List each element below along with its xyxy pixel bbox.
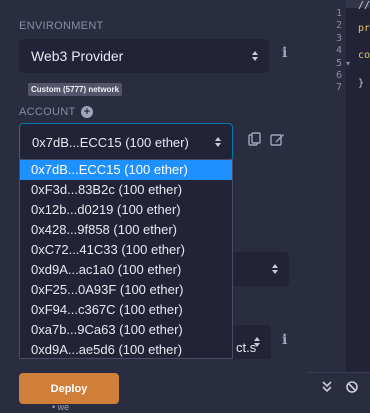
account-option[interactable]: 0xa7b...9Ca63 (100 ether) <box>20 320 232 340</box>
terminal-bar <box>308 372 370 413</box>
account-option[interactable]: 0xd9A...ae5d6 (100 ether) <box>20 340 232 360</box>
account-option[interactable]: 0xd9A...ac1a0 (100 ether) <box>20 260 232 280</box>
info-icon[interactable]: i <box>282 45 287 61</box>
account-option[interactable]: 0xC72...41C33 (100 ether) <box>20 240 232 260</box>
line-number: 4 <box>335 45 342 56</box>
code-line: pr <box>358 23 370 34</box>
code-line: // <box>358 0 370 11</box>
ban-icon[interactable] <box>346 381 358 396</box>
account-dropdown: 0x7dB...ECC15 (100 ether) 0xF3d...83B2c … <box>19 159 233 359</box>
line-number: 6 <box>335 70 342 81</box>
chevrons-down-icon[interactable] <box>322 381 332 396</box>
account-option[interactable]: 0xF25...0A93F (100 ether) <box>20 280 232 300</box>
account-option[interactable]: 0xF94...c367C (100 ether) <box>20 300 232 320</box>
account-value: 0x7dB...ECC15 (100 ether) <box>32 134 189 150</box>
environment-value: Web3 Provider <box>31 48 124 64</box>
network-badge: Custom (5777) network <box>28 83 123 96</box>
code-line: } <box>358 78 365 89</box>
select-caret-icon <box>214 137 222 147</box>
deploy-button[interactable]: Deploy <box>19 373 119 404</box>
line-number: 1 <box>335 8 342 19</box>
account-option[interactable]: 0x7dB...ECC15 (100 ether) <box>20 160 232 180</box>
account-select[interactable]: 0x7dB...ECC15 (100 ether) <box>19 123 233 161</box>
run-panel: ENVIRONMENT Web3 Provider i Custom (5777… <box>0 0 308 413</box>
code-line: co <box>358 50 370 61</box>
account-label: ACCOUNT <box>19 106 76 118</box>
account-option[interactable]: 0x12b...d0219 (100 ether) <box>20 200 232 220</box>
line-number: 2 <box>335 20 342 31</box>
select-caret-icon <box>251 51 259 61</box>
environment-label: ENVIRONMENT <box>19 20 104 32</box>
code-editor[interactable]: 1 2 3 4 5 6 7 ▾ // pr co } <box>308 0 370 413</box>
environment-select[interactable]: Web3 Provider <box>19 39 269 73</box>
account-option[interactable]: 0xF3d...83B2c (100 ether) <box>20 180 232 200</box>
copy-icon[interactable] <box>248 132 261 151</box>
line-number: 5 <box>335 58 342 69</box>
edit-icon[interactable] <box>270 132 285 151</box>
contract-value: ct.s <box>236 340 257 355</box>
line-number: 3 <box>335 33 342 44</box>
fold-chevron-icon[interactable]: ▾ <box>346 59 354 68</box>
plus-circle-icon[interactable]: + <box>81 106 93 118</box>
line-number: 7 <box>335 82 342 93</box>
contract-info-icon[interactable]: i <box>282 332 287 348</box>
terminal-text: • we <box>52 402 70 412</box>
select-caret-icon <box>271 264 279 274</box>
account-option[interactable]: 0x428...9f858 (100 ether) <box>20 220 232 240</box>
